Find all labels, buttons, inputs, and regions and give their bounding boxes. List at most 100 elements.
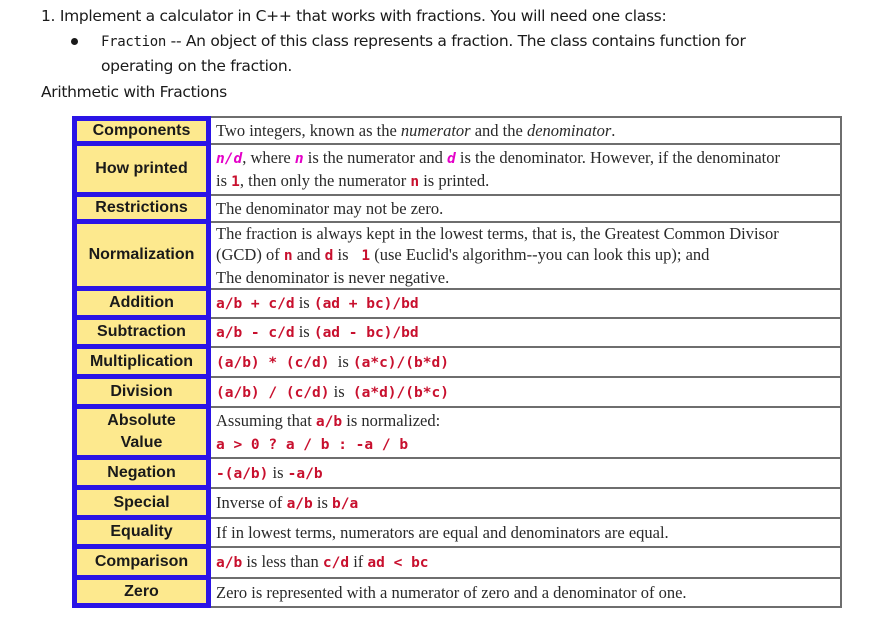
row-label: Subtraction [72,317,211,346]
description-text: is the denominator. However, if the deno… [455,147,780,167]
code-variable: d [447,150,456,167]
row-label: Negation [72,457,211,487]
table-row: Restrictions The denominator may not be z… [72,194,842,221]
code-expression: -a/b [287,465,323,482]
table-row: Absolute Value Assuming that a/b is normal… [72,406,842,457]
class-description-continued: operating on the fraction. [101,57,292,75]
row-description: -(a/b) is -a/b [211,457,842,487]
table-row: Equality If in lowest terms, numerators a… [72,517,842,546]
row-description: n/d, where n is the numerator and d is t… [211,143,842,194]
code-variable: n [294,150,304,167]
row-label: How printed [72,143,211,194]
row-label: Multiplication [72,346,211,376]
description-text: is [329,381,353,401]
code-expression: n [410,173,420,190]
description-text: is the numerator and [303,147,448,167]
row-label: Zero [72,577,211,608]
code-expression: a/b - c/d [216,325,295,341]
row-description: a/b + c/d is (ad + bc)/bd [211,288,842,317]
class-name-code: Fraction [101,34,167,50]
code-expression: a/b [216,555,243,571]
description-text: , then only the numerator [239,170,411,190]
row-description: a/b is less than c/d if ad < bc [211,546,842,577]
code-expression: n [283,248,293,264]
description-text: , where [242,147,295,167]
emphasis-text: denominator [526,121,612,140]
description-text: The denominator is never negative. [216,268,450,287]
description-text: is printed. [419,170,490,190]
emphasis-text: numerator [400,121,471,140]
table-row: Normalization The fraction is always kept… [72,221,842,288]
description-text: is [268,462,288,482]
description-text: and [292,245,325,264]
row-description: If in lowest terms, numerators are equal… [211,517,842,546]
row-label: Components [72,116,211,143]
class-description-text: -- An object of this class represents a … [166,32,746,50]
description-text: Assuming that [216,410,316,430]
row-label: Equality [72,517,211,546]
bullet-dot [71,38,78,45]
table-row: How printed n/d, where n is the numerator… [72,143,842,194]
description-text: is [333,245,353,264]
row-description: The fraction is always kept in the lowes… [211,221,842,288]
row-label-line: Value [120,434,163,451]
code-expression: 1 [231,173,240,190]
row-description: Assuming that a/b is normalized: a > 0 ? … [211,406,842,457]
code-expression: b/a [332,495,359,512]
table-row: Zero Zero is represented with a numerator… [72,577,842,608]
section-title: Arithmetic with Fractions [41,83,227,101]
description-text: The denominator may not be zero. [216,199,444,218]
table-row: Multiplication (a/b) * (c/d) is (a*c)/(b*… [72,346,842,376]
code-expression: ad < bc [367,555,429,571]
description-text: is less than [242,552,323,571]
description-text: is [312,492,333,512]
table-row: Comparison a/b is less than c/d if ad < b… [72,546,842,577]
task-heading: 1. Implement a calculator in C++ that wo… [41,7,667,25]
description-text: If in lowest terms, numerators are equal… [216,523,669,542]
code-expression: (a/b) * (c/d) [216,354,330,371]
row-description: Inverse of a/b is b/a [211,487,842,517]
row-label: Comparison [72,546,211,577]
class-description: Fraction -- An object of this class repr… [101,29,746,55]
description-text: (use Euclid's algorithm--you can look th… [370,245,710,264]
row-description: Zero is represented with a numerator of … [211,577,842,608]
row-label: Special [72,487,211,517]
row-description: a/b - c/d is (ad - bc)/bd [211,317,842,346]
table-row: Addition a/b + c/d is (ad + bc)/bd [72,288,842,317]
description-text: Zero is represented with a numerator of … [216,583,687,602]
code-expression: (ad - bc)/bd [313,325,419,341]
code-expression: (a/b) / (c/d) [216,384,330,401]
table-row: Components Two integers, known as the num… [72,116,842,143]
row-label: Division [72,376,211,406]
row-label: Normalization [72,221,211,288]
table-row: Special Inverse of a/b is b/a [72,487,842,517]
description-text: is [216,170,232,190]
fraction-spec-table: Components Two integers, known as the num… [72,116,842,608]
description-text: Two integers, known as the [216,121,401,140]
row-description: (a/b) / (c/d) is (a*d)/(b*c) [211,376,842,406]
code-expression: a/b + c/d [216,296,295,312]
description-text: and the [470,121,527,140]
code-expression: a/b [315,413,343,430]
code-variable: n/d [216,150,243,167]
code-expression: (a*d)/(b*c) [352,384,449,401]
description-text: Inverse of [216,492,287,512]
row-description: (a/b) * (c/d) is (a*c)/(b*d) [211,346,842,376]
description-text: if [349,552,368,571]
table-row: Subtraction a/b - c/d is (ad - bc)/bd [72,317,842,346]
description-text: . [611,121,616,140]
description-text: is [329,351,353,371]
row-label-line: Absolute [107,412,176,429]
code-expression: c/d [322,555,350,571]
description-text: is [294,322,314,341]
table-row: Negation -(a/b) is -a/b [72,457,842,487]
row-description: The denominator may not be zero. [211,194,842,221]
row-label: Restrictions [72,194,211,221]
description-text: The fraction is always kept in the lowes… [216,224,779,243]
code-expression: -(a/b) [216,465,269,482]
description-text: is normalized: [342,410,441,430]
row-description: Two integers, known as the numerator and… [211,116,842,143]
code-expression: 1 [352,248,371,264]
description-text: (GCD) of [216,245,284,264]
table-row: Division (a/b) / (c/d) is (a*d)/(b*c) [72,376,842,406]
